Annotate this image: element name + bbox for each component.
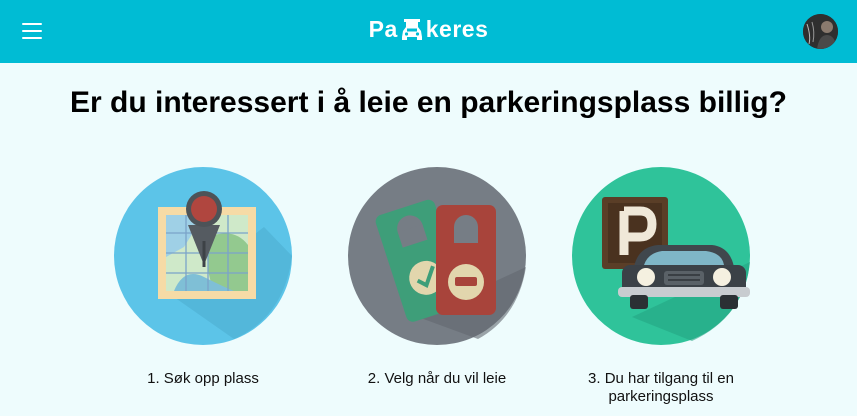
step-caption: 2. Velg når du vil leie — [367, 370, 507, 387]
user-avatar[interactable] — [803, 14, 838, 49]
step-choose-time: 2. Velg når du vil leie — [322, 167, 552, 388]
step-search: 1. Søk opp plass — [88, 167, 318, 388]
step-access: 3. Du har tilgang til en parkeringsplass — [546, 167, 776, 406]
parking-car-icon — [572, 167, 750, 345]
brand-text-right: keres — [425, 16, 489, 42]
brand-text-left: Pa — [368, 16, 398, 42]
step-caption: 3. Du har tilgang til en parkeringsplass — [588, 370, 734, 405]
page-title: Er du interessert i å leie en parkerings… — [70, 86, 787, 119]
door-hanger-icon — [348, 167, 526, 345]
parking-car-icon — [401, 18, 422, 40]
step-caption: 1. Søk opp plass — [147, 370, 259, 387]
top-app-bar: Pa keres — [0, 0, 857, 63]
map-pin-icon — [114, 167, 292, 345]
brand-logo[interactable]: Pa keres — [0, 16, 857, 43]
